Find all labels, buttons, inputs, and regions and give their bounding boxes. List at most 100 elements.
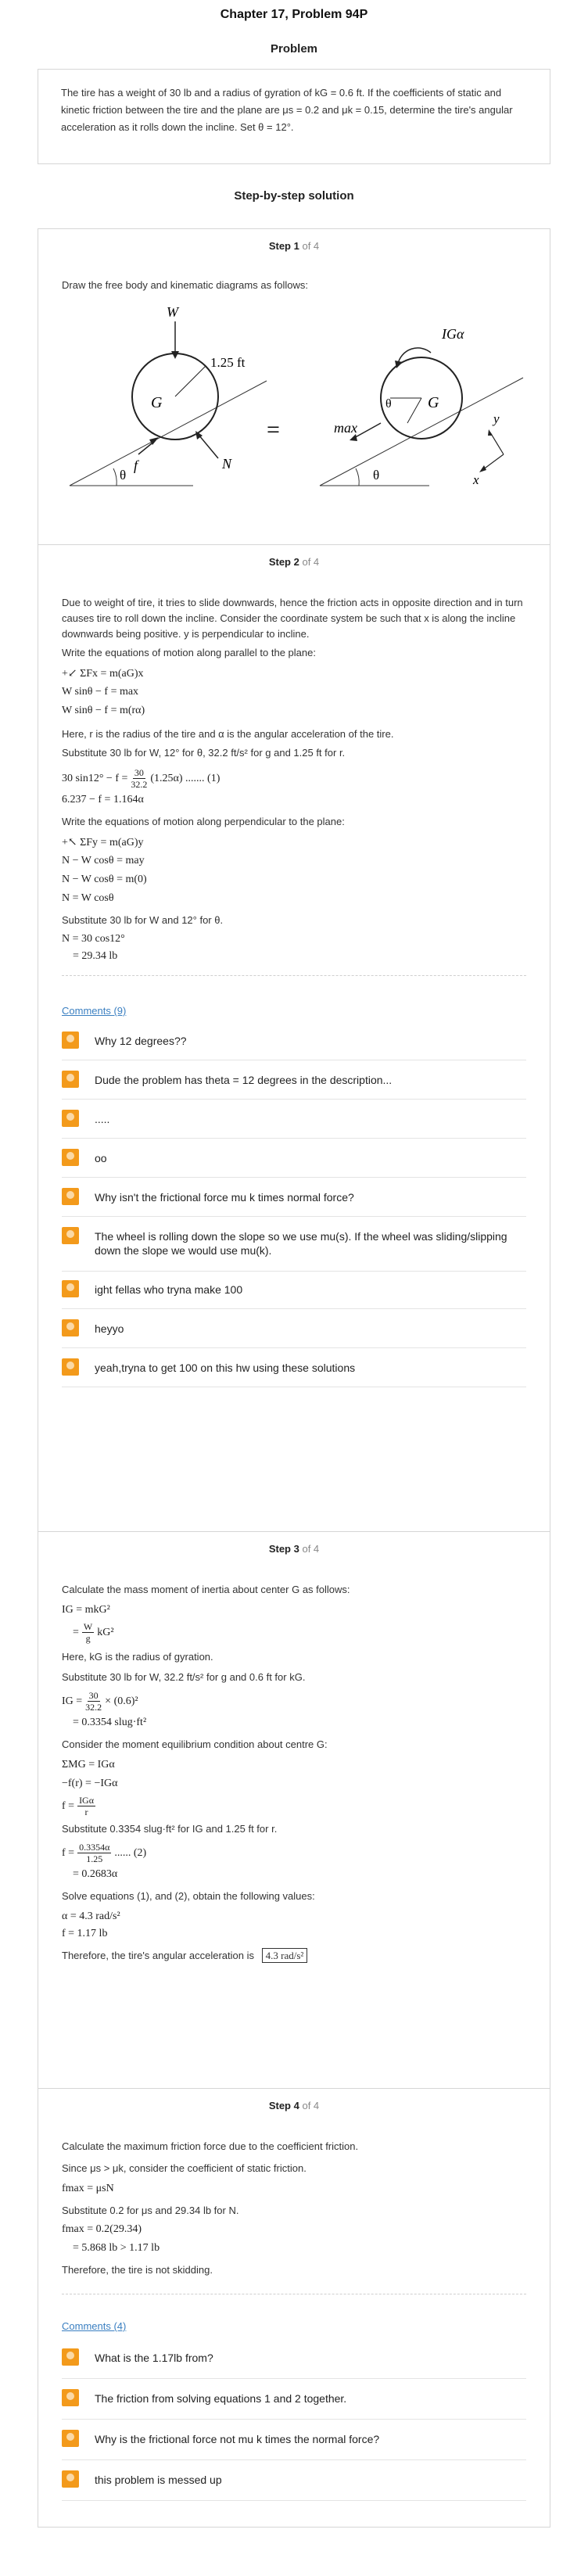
comment-text: yeah,tryna to get 100 on this hw using t… (95, 1362, 356, 1374)
equation: f = IGα r (62, 1795, 96, 1817)
avatar (62, 1110, 79, 1127)
step-3-paragraph-1: Calculate the mass moment of inertia abo… (62, 1584, 350, 1595)
equation: 6.237 − f = 1.164α (62, 794, 144, 805)
free-body-kinematic-diagram: 1.25 ft W G f N θ = θ G IGα max θ x y (69, 306, 524, 487)
step-3-paragraph-4: Consider the moment equilibrium conditio… (62, 1738, 328, 1750)
step-count: of 4 (302, 2100, 320, 2111)
step-3-paragraph-3: Substitute 30 lb for W, 32.2 ft/s² for g… (62, 1671, 306, 1683)
step-2-paragraph-6: Substitute 30 lb for W and 12° for θ. (62, 914, 224, 926)
equation-part: ...... (2) (114, 1846, 147, 1859)
avatar (62, 1319, 79, 1336)
theta-label: θ (120, 468, 126, 483)
avatar (62, 1280, 79, 1297)
fraction-numerator: IGα (77, 1795, 96, 1806)
equation: N = 30 cos12° (62, 933, 125, 945)
equation-part: kG² (97, 1626, 114, 1638)
comments-link[interactable]: Comments (9) (62, 1005, 126, 1017)
comment-text: Why is the frictional force not mu k tim… (95, 2433, 380, 2445)
conclusion-text: Therefore, the tire's angular accelerati… (62, 1950, 254, 1961)
equation: IG = 30 32.2 × (0.6)² (62, 1690, 138, 1713)
step-3-paragraph-2: Here, kG is the radius of gyration. (62, 1651, 213, 1663)
step-4-paragraph-3: Substitute 0.2 for μs and 29.34 lb for N… (62, 2205, 239, 2216)
comment-divider (62, 1099, 526, 1100)
step-1-header: Step 1 of 4 (38, 240, 550, 252)
fraction: 0.3354α 1.25 (77, 1842, 112, 1864)
comment-text: oo (95, 1152, 107, 1164)
step-2-header: Step 2 of 4 (38, 556, 550, 568)
comment-divider (62, 2419, 526, 2420)
equation: W sinθ − f = max (62, 686, 139, 698)
problem-text: The tire has a weight of 30 lb and a rad… (61, 87, 513, 133)
comment-divider (62, 1308, 526, 1309)
avatar (62, 1358, 79, 1376)
comment-text: Why 12 degrees?? (95, 1035, 187, 1047)
divider (62, 975, 526, 976)
step-3-conclusion: Therefore, the tire's angular accelerati… (62, 1948, 531, 1964)
theta-label-3: θ (373, 468, 379, 483)
x-axis-label: x (472, 472, 479, 487)
center-label-2: G (428, 394, 439, 411)
avatar (62, 2470, 79, 2488)
comment-divider (62, 2459, 526, 2460)
comments-link[interactable]: Comments (4) (62, 2320, 126, 2332)
fraction-denominator: 1.25 (86, 1853, 103, 1864)
comment-divider (62, 2500, 526, 2501)
step-label: Step 2 (268, 556, 299, 568)
y-axis-label: y (492, 411, 500, 426)
avatar (62, 2389, 79, 2406)
theta-label-2: θ (385, 397, 392, 411)
comment-divider (62, 1216, 526, 1217)
fraction-denominator: r (84, 1806, 88, 1817)
equation-part: × (0.6)² (105, 1695, 138, 1707)
equation: N − W cosθ = may (62, 855, 145, 866)
radius-line (174, 365, 206, 397)
fraction-numerator: 30 (132, 767, 145, 779)
normal-arrow (198, 434, 219, 459)
equation: ΣMG = IGα (62, 1759, 115, 1771)
equation: fmax = 0.2(29.34) (62, 2223, 142, 2235)
vertical-ref (407, 397, 422, 424)
fraction-numerator: 30 (87, 1690, 100, 1702)
step-2-card: Step 2 of 4 Due to weight of tire, it tr… (38, 544, 550, 1533)
angle-arc-2 (355, 468, 360, 486)
avatar (62, 2348, 79, 2366)
avatar (62, 1188, 79, 1205)
fraction-denominator: 32.2 (85, 1702, 102, 1713)
comment-divider (62, 1347, 526, 1348)
fraction-numerator: W (81, 1621, 95, 1633)
comment-text: Dude the problem has theta = 12 degrees … (95, 1074, 393, 1086)
step-4-header: Step 4 of 4 (38, 2100, 550, 2111)
x-axis-line (482, 454, 504, 471)
equation: W sinθ − f = m(rα) (62, 705, 145, 716)
step-label: Step 3 (268, 1543, 299, 1555)
radius-label: 1.25 ft (210, 355, 246, 370)
equation: = 0.3354 slug·ft² (73, 1717, 147, 1728)
step-count: of 4 (302, 240, 320, 252)
comment-text: The friction from solving equations 1 an… (95, 2392, 347, 2405)
solution-page: Chapter 17, Problem 94P Problem The tire… (0, 0, 588, 2576)
comment-text: this problem is messed up (95, 2474, 222, 2486)
equation-part: f = (62, 1846, 75, 1859)
fraction-denominator: 32.2 (131, 779, 148, 790)
equation-part: f = (62, 1799, 75, 1812)
equation: f = 1.17 lb (62, 1928, 108, 1939)
step-3-paragraph-6: Solve equations (1), and (2), obtain the… (62, 1890, 315, 1902)
problem-heading: Problem (270, 42, 317, 56)
answer-box: 4.3 rad/s² (261, 1948, 308, 1963)
y-axis-arrowhead (488, 429, 493, 436)
step-2-paragraph-3: Here, r is the radius of the tire and α … (62, 728, 394, 740)
step-3-card: Step 3 of 4 Calculate the mass moment of… (38, 1531, 550, 2090)
friction-label: f (134, 457, 140, 473)
step-count: of 4 (302, 1543, 320, 1555)
comment-divider (62, 1271, 526, 1272)
fraction: 30 32.2 (85, 1690, 102, 1713)
solution-heading: Step-by-step solution (234, 189, 354, 203)
comment-text: ight fellas who tryna make 100 (95, 1283, 243, 1296)
step-1-text: Draw the free body and kinematic diagram… (62, 279, 309, 291)
comment-text: What is the 1.17lb from? (95, 2352, 213, 2364)
comment-divider (62, 2378, 526, 2379)
step-count: of 4 (302, 556, 320, 568)
step-4-card: Step 4 of 4 Calculate the maximum fricti… (38, 2088, 550, 2528)
y-axis-line (489, 432, 504, 455)
fraction-numerator: 0.3354α (77, 1842, 112, 1853)
